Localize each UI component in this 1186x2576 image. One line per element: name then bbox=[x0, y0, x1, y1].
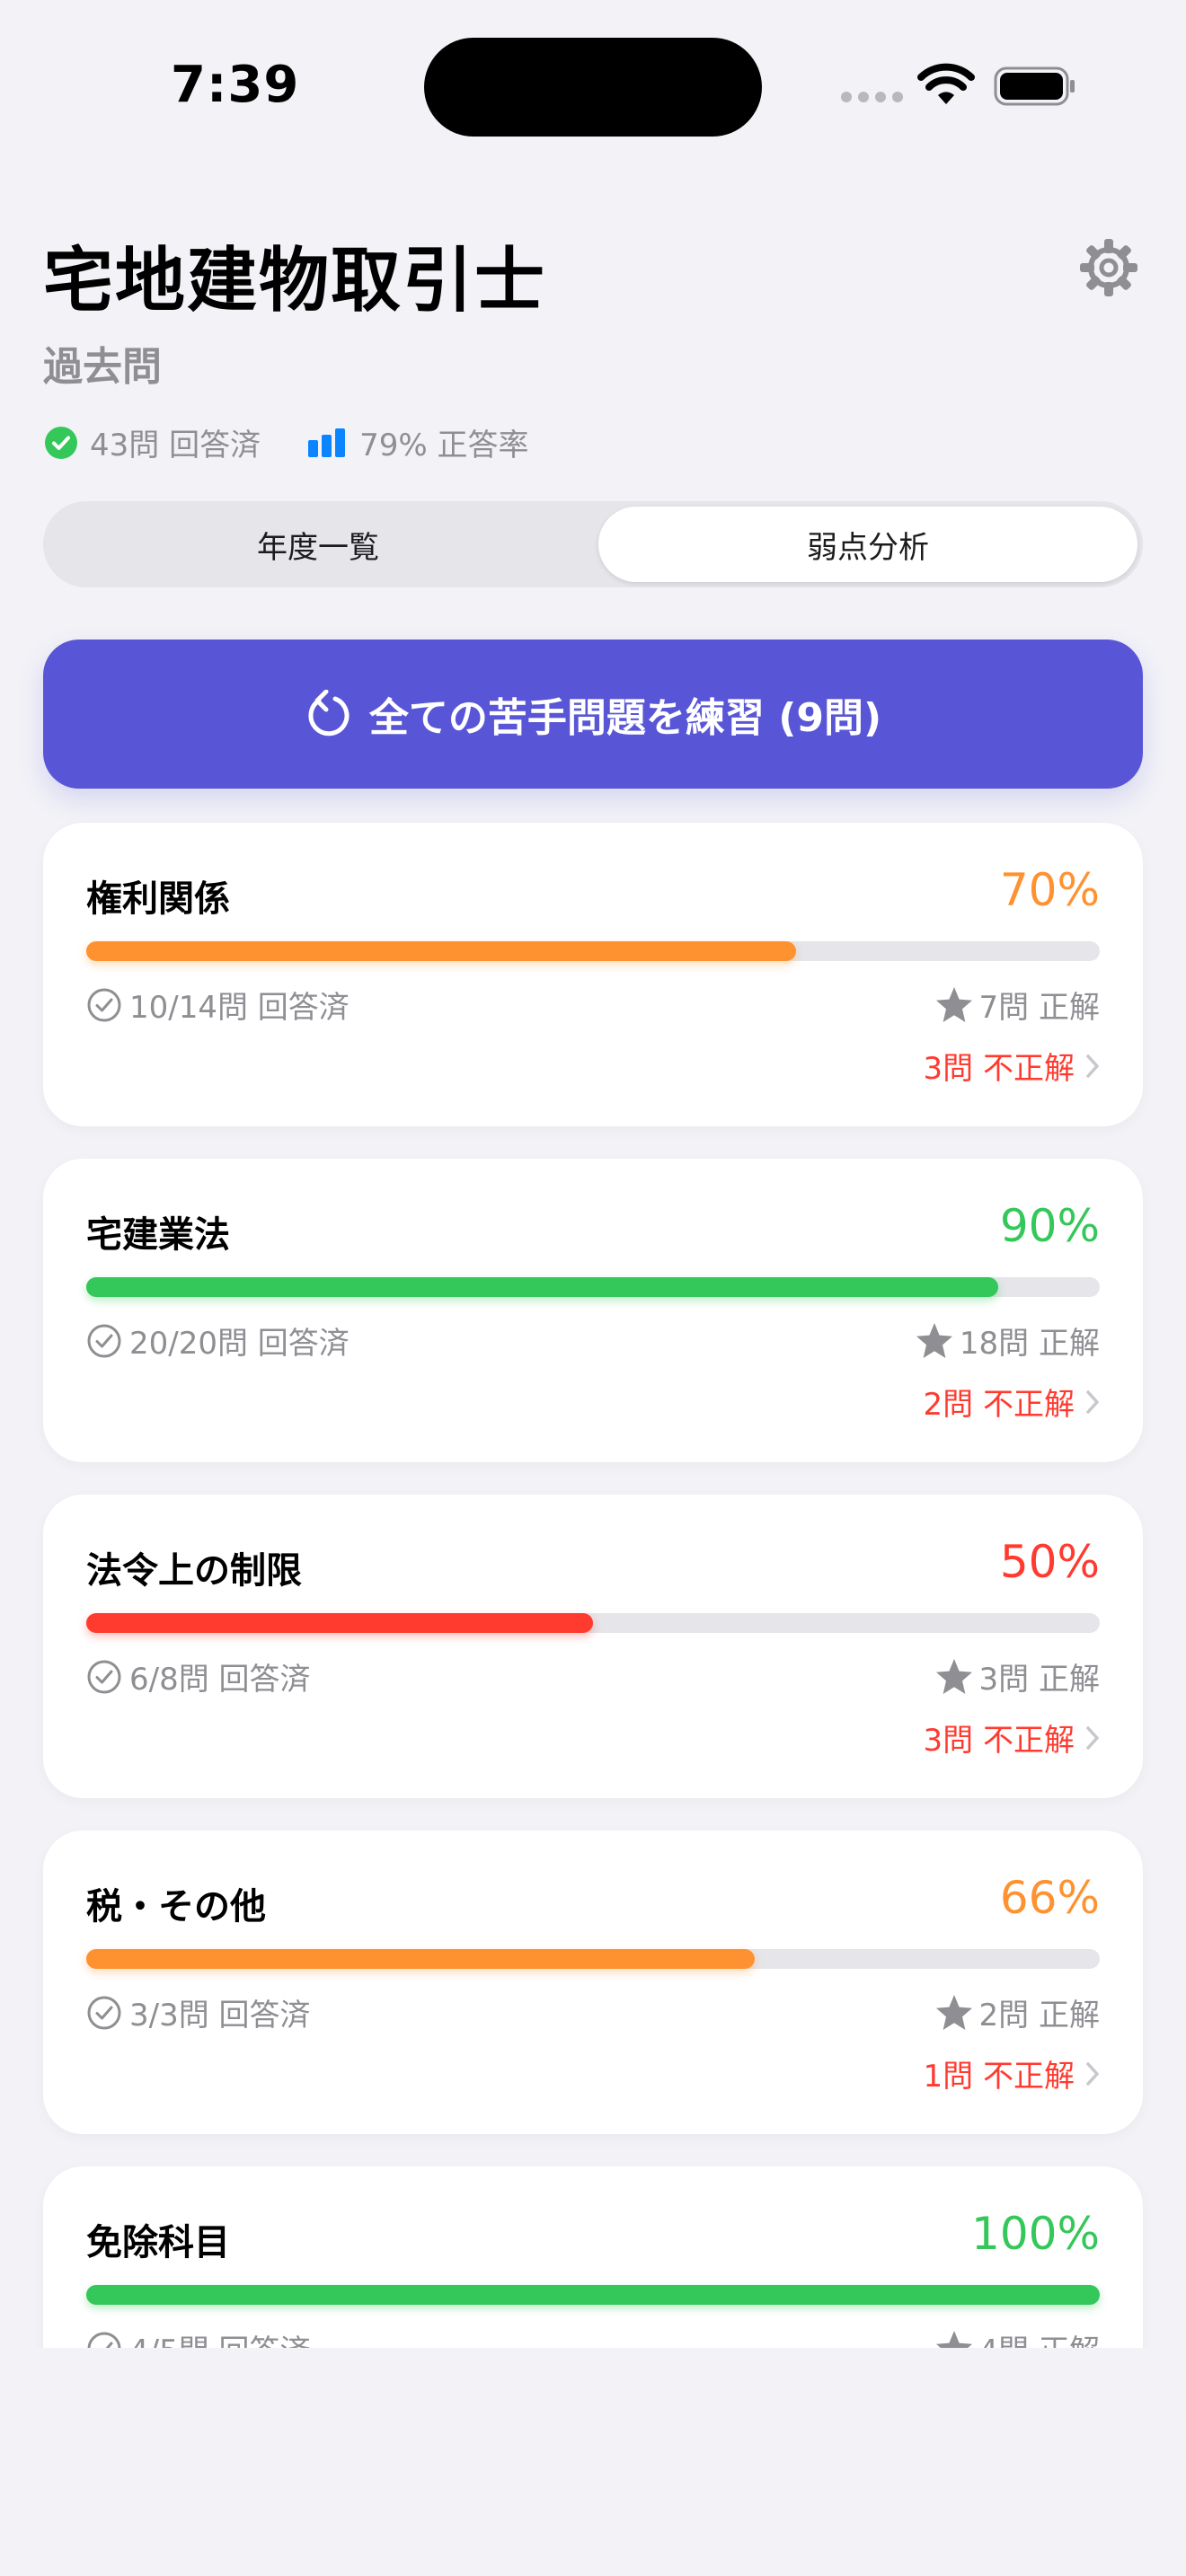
category-name: 免除科目 bbox=[86, 2222, 230, 2263]
practice-all-weak-button[interactable]: 全ての苦手問題を練習 (9問) bbox=[43, 640, 1143, 789]
correct-text: 18問 正解 bbox=[959, 1326, 1100, 1362]
wrong-count-link[interactable]: 2問 不正解 bbox=[924, 1380, 1100, 1424]
correct-count: 2問 正解 bbox=[934, 1990, 1100, 2034]
answered-count: 3/3問 回答済 bbox=[86, 1990, 311, 2034]
check-circle-outline-icon bbox=[87, 2332, 121, 2348]
page-title: 宅地建物取引士 bbox=[43, 241, 547, 322]
category-card[interactable]: 法令上の制限 50% 6/8問 回答済 3問 正解 3問 不正解 bbox=[43, 1495, 1143, 1798]
progress-fill bbox=[86, 2285, 1100, 2305]
correct-count: 3問 正解 bbox=[934, 1654, 1100, 1698]
wrong-count-link[interactable]: 1問 不正解 bbox=[924, 2051, 1100, 2095]
category-list: 権利関係 70% 10/14問 回答済 7問 正解 3問 不正解 宅建業法 90… bbox=[0, 808, 1186, 2348]
category-percent: 50% bbox=[999, 1536, 1100, 1588]
wrong-count-link[interactable]: 3問 不正解 bbox=[924, 1716, 1100, 1760]
category-card[interactable]: 免除科目 100% 4/5問 回答済 4問 正解 bbox=[43, 2166, 1143, 2348]
answered-text: 4/5問 回答済 bbox=[129, 2326, 311, 2348]
answered-text: 20/20問 回答済 bbox=[129, 1326, 350, 1362]
check-circle-outline-icon bbox=[87, 1660, 121, 1693]
cellular-signal-icon bbox=[841, 92, 903, 102]
retry-arrow-icon bbox=[308, 690, 350, 737]
progress-fill bbox=[86, 1613, 593, 1633]
wrong-text: 3問 不正解 bbox=[923, 1723, 1075, 1759]
practice-button-label: 全ての苦手問題を練習 (9問) bbox=[368, 695, 882, 741]
correct-count: 7問 正解 bbox=[934, 983, 1100, 1027]
wrong-count-link[interactable]: 3問 不正解 bbox=[924, 1044, 1100, 1088]
answered-count: 20/20問 回答済 bbox=[86, 1319, 350, 1363]
star-icon bbox=[935, 986, 972, 1022]
chevron-right-icon bbox=[1086, 1389, 1099, 1414]
answered-stat-text: 43問 回答済 bbox=[90, 428, 261, 463]
chevron-right-icon bbox=[1086, 1054, 1099, 1078]
star-icon bbox=[935, 1994, 972, 2030]
category-card[interactable]: 権利関係 70% 10/14問 回答済 7問 正解 3問 不正解 bbox=[43, 823, 1143, 1126]
tab-weakness-analysis[interactable]: 弱点分析 bbox=[598, 507, 1137, 582]
progress-track bbox=[86, 1277, 1100, 1297]
answered-text: 3/3問 回答済 bbox=[129, 1998, 311, 2033]
category-name: 法令上の制限 bbox=[86, 1550, 302, 1592]
category-card[interactable]: 税・その他 66% 3/3問 回答済 2問 正解 1問 不正解 bbox=[43, 1831, 1143, 2134]
category-name: 宅建業法 bbox=[86, 1214, 230, 1256]
check-circle-outline-icon bbox=[87, 1996, 121, 2029]
star-icon bbox=[935, 1658, 972, 1694]
star-icon bbox=[935, 2330, 972, 2348]
answered-text: 10/14問 回答済 bbox=[129, 990, 350, 1026]
answered-count: 6/8問 回答済 bbox=[86, 1654, 311, 1698]
battery-icon bbox=[994, 66, 1075, 106]
category-percent: 100% bbox=[971, 2208, 1100, 2260]
screen: 7:39 宅地建物取引士 過去問 43問 回答済 79% 正答率 年度一覧 弱点… bbox=[0, 0, 1186, 2576]
correct-count: 4問 正解 bbox=[934, 2326, 1100, 2348]
category-percent: 90% bbox=[999, 1200, 1100, 1252]
check-circle-outline-icon bbox=[87, 988, 121, 1021]
progress-track bbox=[86, 941, 1100, 961]
answered-count: 10/14問 回答済 bbox=[86, 983, 350, 1027]
chevron-right-icon bbox=[1086, 2061, 1099, 2086]
status-time: 7:39 bbox=[171, 56, 300, 114]
correct-text: 7問 正解 bbox=[978, 990, 1100, 1026]
rate-stat-text: 79% 正答率 bbox=[359, 428, 529, 463]
wifi-icon bbox=[917, 63, 975, 104]
answered-count: 4/5問 回答済 bbox=[86, 2326, 311, 2348]
segmented-control: 年度一覧 弱点分析 bbox=[43, 501, 1143, 587]
check-circle-outline-icon bbox=[87, 1324, 121, 1357]
page-subtitle: 過去問 bbox=[43, 344, 162, 390]
answered-text: 6/8問 回答済 bbox=[129, 1662, 311, 1698]
correct-text: 4問 正解 bbox=[979, 2326, 1100, 2348]
wrong-text: 1問 不正解 bbox=[923, 2059, 1075, 2095]
progress-track bbox=[86, 2285, 1100, 2305]
wrong-text: 2問 不正解 bbox=[923, 1387, 1075, 1423]
correct-text: 2問 正解 bbox=[978, 1998, 1100, 2033]
progress-track bbox=[86, 1613, 1100, 1633]
correct-count: 18問 正解 bbox=[915, 1319, 1100, 1363]
status-bar: 7:39 bbox=[0, 0, 1186, 171]
progress-fill bbox=[86, 941, 796, 961]
category-name: 税・その他 bbox=[86, 1886, 266, 1928]
progress-fill bbox=[86, 1277, 999, 1297]
summary-stats: 43問 回答済 79% 正答率 bbox=[45, 420, 528, 464]
category-card[interactable]: 宅建業法 90% 20/20問 回答済 18問 正解 2問 不正解 bbox=[43, 1159, 1143, 1462]
bar-chart-icon bbox=[308, 428, 346, 457]
category-name: 権利関係 bbox=[86, 878, 230, 920]
wrong-text: 3問 不正解 bbox=[923, 1051, 1075, 1087]
dynamic-island bbox=[424, 38, 762, 137]
star-icon bbox=[916, 1322, 952, 1358]
answered-stat: 43問 回答済 bbox=[45, 420, 261, 464]
settings-gear-icon[interactable] bbox=[1078, 237, 1139, 298]
progress-track bbox=[86, 1949, 1100, 1969]
chevron-right-icon bbox=[1086, 1725, 1099, 1750]
tab-year-list[interactable]: 年度一覧 bbox=[49, 507, 588, 582]
checkmark-circle-icon bbox=[45, 426, 77, 459]
rate-stat: 79% 正答率 bbox=[307, 420, 528, 464]
category-percent: 70% bbox=[999, 864, 1100, 916]
progress-fill bbox=[86, 1949, 756, 1969]
correct-text: 3問 正解 bbox=[978, 1662, 1100, 1698]
category-percent: 66% bbox=[999, 1872, 1100, 1924]
